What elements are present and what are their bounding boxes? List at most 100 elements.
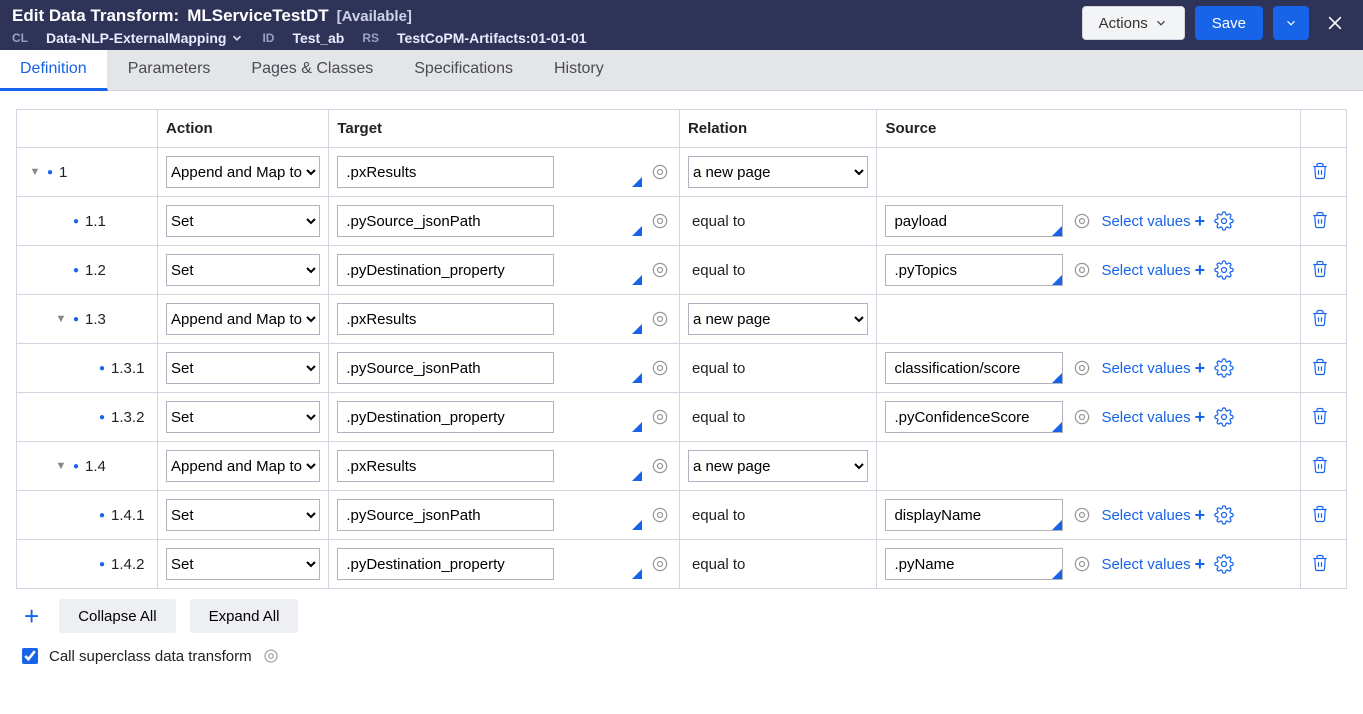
expand-toggle[interactable]: ▼ [55, 460, 67, 472]
tab-definition[interactable]: Definition [0, 50, 108, 91]
target-input[interactable] [337, 499, 554, 531]
crosshair-icon[interactable] [649, 357, 671, 379]
relation-select[interactable]: a new pageequal to [688, 156, 868, 188]
target-input[interactable] [337, 156, 554, 188]
tab-parameters[interactable]: Parameters [108, 50, 232, 90]
step-row: ●1.1Append and Map toSetequal toSelect v… [17, 197, 1347, 246]
tab-history[interactable]: History [534, 50, 625, 90]
chevron-down-icon [1284, 16, 1298, 30]
crosshair-icon[interactable] [649, 259, 671, 281]
relation-text: equal to [688, 409, 745, 426]
collapse-all-button[interactable]: Collapse All [59, 599, 175, 633]
step-row: ●1.4.1Append and Map toSetequal toSelect… [17, 491, 1347, 540]
target-input[interactable] [337, 450, 554, 482]
step-row: ▼●1.4Append and Map toSeta new pageequal… [17, 442, 1347, 491]
relation-select[interactable]: a new pageequal to [688, 303, 868, 335]
target-input[interactable] [337, 303, 554, 335]
close-button[interactable] [1319, 13, 1351, 33]
source-input[interactable] [885, 352, 1063, 384]
col-delete [1300, 110, 1346, 148]
call-superclass-checkbox[interactable] [22, 648, 38, 664]
delete-row-button[interactable] [1309, 258, 1331, 280]
action-select[interactable]: Append and Map toSet [166, 303, 320, 335]
source-input[interactable] [885, 254, 1063, 286]
crosshair-icon[interactable] [1071, 504, 1093, 526]
crosshair-icon[interactable] [649, 504, 671, 526]
gear-icon[interactable] [1213, 357, 1235, 379]
delete-row-button[interactable] [1309, 160, 1331, 182]
bullet-icon: ● [99, 510, 105, 521]
delete-row-button[interactable] [1309, 307, 1331, 329]
expand-toggle[interactable]: ▼ [29, 166, 41, 178]
select-values-link[interactable]: Select values + [1101, 407, 1205, 428]
action-select[interactable]: Append and Map toSet [166, 401, 320, 433]
gear-icon[interactable] [1213, 553, 1235, 575]
delete-row-button[interactable] [1309, 405, 1331, 427]
crosshair-icon[interactable] [1071, 259, 1093, 281]
expand-all-button[interactable]: Expand All [190, 599, 299, 633]
delete-row-button[interactable] [1309, 552, 1331, 574]
target-input[interactable] [337, 254, 554, 286]
plus-icon: + [1195, 358, 1206, 379]
gear-icon[interactable] [1213, 259, 1235, 281]
action-select[interactable]: Append and Map toSet [166, 254, 320, 286]
bullet-icon: ● [73, 216, 79, 227]
bullet-icon: ● [73, 265, 79, 276]
col-action: Action [158, 110, 329, 148]
gear-icon[interactable] [1213, 406, 1235, 428]
crosshair-icon[interactable] [1071, 357, 1093, 379]
save-button[interactable]: Save [1195, 6, 1263, 40]
target-input[interactable] [337, 205, 554, 237]
crosshair-icon[interactable] [649, 455, 671, 477]
relation-select[interactable]: a new pageequal to [688, 450, 868, 482]
action-select[interactable]: Append and Map toSet [166, 548, 320, 580]
call-superclass-label[interactable]: Call superclass data transform [49, 648, 252, 665]
crosshair-icon[interactable] [260, 645, 282, 667]
select-values-link[interactable]: Select values + [1101, 554, 1205, 575]
target-input[interactable] [337, 352, 554, 384]
crosshair-icon[interactable] [649, 553, 671, 575]
bullet-icon: ● [73, 461, 79, 472]
save-dropdown-button[interactable] [1273, 6, 1309, 40]
step-number: 1.3.2 [111, 409, 144, 426]
source-input[interactable] [885, 499, 1063, 531]
select-values-link[interactable]: Select values + [1101, 505, 1205, 526]
tab-pages-classes[interactable]: Pages & Classes [231, 50, 394, 90]
action-select[interactable]: Append and Map toSet [166, 499, 320, 531]
select-values-link[interactable]: Select values + [1101, 358, 1205, 379]
crosshair-icon[interactable] [1071, 210, 1093, 232]
delete-row-button[interactable] [1309, 356, 1331, 378]
select-values-link[interactable]: Select values + [1101, 211, 1205, 232]
col-source: Source [877, 110, 1300, 148]
target-input[interactable] [337, 401, 554, 433]
delete-row-button[interactable] [1309, 454, 1331, 476]
crosshair-icon[interactable] [649, 210, 671, 232]
crosshair-icon[interactable] [649, 406, 671, 428]
delete-row-button[interactable] [1309, 209, 1331, 231]
action-select[interactable]: Append and Map toSet [166, 156, 320, 188]
target-input[interactable] [337, 548, 554, 580]
action-select[interactable]: Append and Map toSet [166, 205, 320, 237]
select-values-link[interactable]: Select values + [1101, 260, 1205, 281]
crosshair-icon[interactable] [1071, 406, 1093, 428]
gear-icon[interactable] [1213, 504, 1235, 526]
class-picker[interactable]: Data-NLP-ExternalMapping [46, 30, 244, 46]
actions-button[interactable]: Actions [1082, 6, 1185, 40]
crosshair-icon[interactable] [649, 308, 671, 330]
expand-toggle[interactable]: ▼ [55, 313, 67, 325]
source-input[interactable] [885, 548, 1063, 580]
header-rule-name: MLServiceTestDT [187, 6, 328, 26]
bullet-icon: ● [99, 363, 105, 374]
action-select[interactable]: Append and Map toSet [166, 450, 320, 482]
tab-specifications[interactable]: Specifications [394, 50, 534, 90]
plus-icon: + [1195, 554, 1206, 575]
crosshair-icon[interactable] [1071, 553, 1093, 575]
source-input[interactable] [885, 401, 1063, 433]
delete-row-button[interactable] [1309, 503, 1331, 525]
add-row-button[interactable]: + [18, 601, 45, 632]
gear-icon[interactable] [1213, 210, 1235, 232]
save-button-label: Save [1212, 15, 1246, 32]
crosshair-icon[interactable] [649, 161, 671, 183]
source-input[interactable] [885, 205, 1063, 237]
action-select[interactable]: Append and Map toSet [166, 352, 320, 384]
